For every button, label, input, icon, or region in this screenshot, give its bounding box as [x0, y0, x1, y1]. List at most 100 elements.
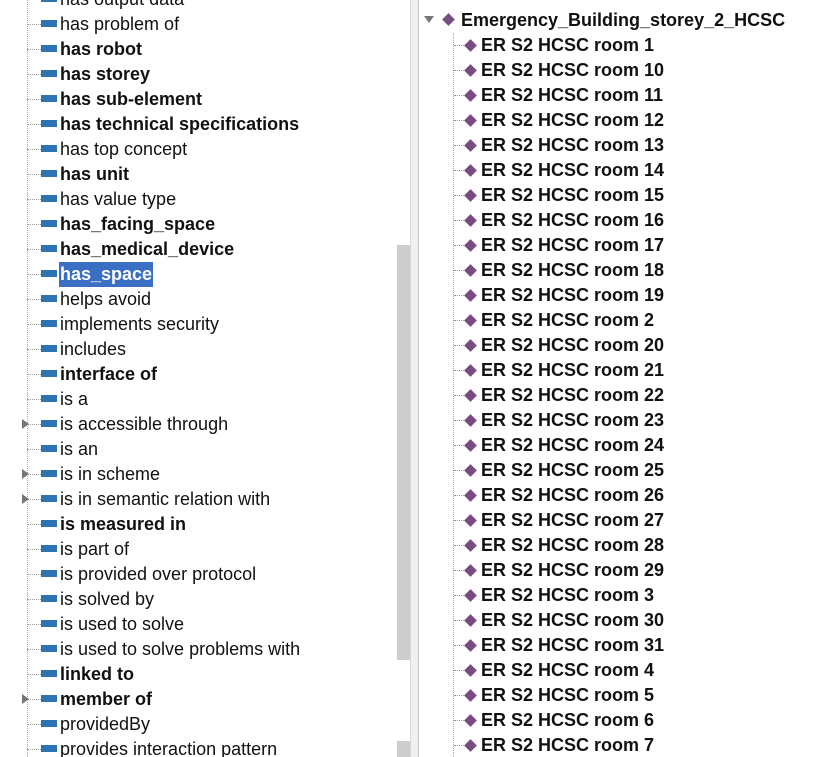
property-row[interactable]: is used to solve [0, 612, 410, 637]
property-row[interactable]: is in scheme [0, 462, 410, 487]
property-row[interactable]: interface of [0, 362, 410, 387]
individual-row[interactable]: ER S2 HCSC room 15 [419, 183, 816, 208]
property-row[interactable]: has value type [0, 187, 410, 212]
property-row[interactable]: implements security [0, 312, 410, 337]
property-row[interactable]: linked to [0, 662, 410, 687]
individual-row[interactable]: ER S2 HCSC room 18 [419, 258, 816, 283]
property-row[interactable]: is in semantic relation with [0, 487, 410, 512]
individual-row[interactable]: ER S2 HCSC room 3 [419, 583, 816, 608]
individual-row[interactable]: ER S2 HCSC room 23 [419, 408, 816, 433]
individual-label: ER S2 HCSC room 11 [481, 85, 664, 105]
property-row[interactable]: has sub-element [0, 87, 410, 112]
tree-guide [27, 474, 41, 475]
property-row[interactable]: has technical specifications [0, 112, 410, 137]
object-property-icon [41, 470, 57, 477]
property-label: is used to solve [60, 614, 185, 634]
individual-row[interactable]: ER S2 HCSC room 22 [419, 383, 816, 408]
property-row[interactable]: includes [0, 337, 410, 362]
tree-guide [27, 499, 41, 500]
property-row[interactable]: is solved by [0, 587, 410, 612]
individual-diamond-icon [464, 189, 477, 202]
tree-guide [454, 145, 464, 146]
split-pane-divider[interactable] [410, 0, 419, 757]
property-label: has_medical_device [60, 239, 235, 259]
individual-row[interactable]: ER S2 HCSC room 11 [419, 83, 816, 108]
individual-row[interactable]: ER S2 HCSC room 1 [419, 33, 816, 58]
property-row[interactable]: is used to solve problems with [0, 637, 410, 662]
property-row[interactable]: is an [0, 437, 410, 462]
property-row[interactable]: helps avoid [0, 287, 410, 312]
individual-row[interactable]: ER S2 HCSC room 7 [419, 733, 816, 757]
property-label: member of [60, 689, 153, 709]
property-row[interactable]: is part of [0, 537, 410, 562]
individual-row[interactable]: ER S2 HCSC room 13 [419, 133, 816, 158]
property-row[interactable]: is measured in [0, 512, 410, 537]
tree-guide [27, 124, 41, 125]
individual-row[interactable]: ER S2 HCSC room 17 [419, 233, 816, 258]
property-row[interactable]: has top concept [0, 137, 410, 162]
individual-diamond-icon [464, 139, 477, 152]
property-row[interactable]: is a [0, 387, 410, 412]
tree-guide [27, 24, 41, 25]
individual-row[interactable]: ER S2 HCSC room 14 [419, 158, 816, 183]
individual-row[interactable]: ER S2 HCSC room 19 [419, 283, 816, 308]
individual-row[interactable]: ER S2 HCSC room 16 [419, 208, 816, 233]
left-scrollbar-down[interactable] [397, 741, 410, 757]
individual-row[interactable]: ER S2 HCSC room 21 [419, 358, 816, 383]
property-label: linked to [60, 664, 135, 684]
property-row[interactable]: has storey [0, 62, 410, 87]
object-property-icon [41, 595, 57, 602]
individual-row[interactable]: ER S2 HCSC room 20 [419, 333, 816, 358]
expand-arrow-icon[interactable] [22, 494, 29, 504]
individual-row[interactable]: ER S2 HCSC room 27 [419, 508, 816, 533]
property-row[interactable]: member of [0, 687, 410, 712]
individual-diamond-icon [464, 164, 477, 177]
property-row[interactable]: is accessible through [0, 412, 410, 437]
expand-arrow-icon[interactable] [22, 694, 29, 704]
property-row[interactable]: has problem of [0, 12, 410, 37]
individual-row[interactable]: ER S2 HCSC room 6 [419, 708, 816, 733]
property-label: has output data [59, 0, 185, 12]
property-label: is part of [60, 539, 130, 559]
property-label: has top concept [60, 139, 188, 159]
individual-row[interactable]: ER S2 HCSC room 26 [419, 483, 816, 508]
individual-row[interactable]: ER S2 HCSC room 2 [419, 308, 816, 333]
tree-guide [454, 695, 464, 696]
object-property-icon [41, 720, 57, 727]
property-row[interactable]: has robot [0, 37, 410, 62]
property-row[interactable]: providedBy [0, 712, 410, 737]
tree-guide [454, 70, 464, 71]
individual-row[interactable]: ER S2 HCSC room 31 [419, 633, 816, 658]
individual-row[interactable]: ER S2 HCSC room 12 [419, 108, 816, 133]
individual-row[interactable]: ER S2 HCSC room 30 [419, 608, 816, 633]
object-property-icon [41, 445, 57, 452]
individual-label: ER S2 HCSC room 14 [481, 160, 665, 180]
left-scrollbar-thumb[interactable] [397, 245, 410, 660]
individual-row[interactable]: ER S2 HCSC room 4 [419, 658, 816, 683]
individual-diamond-icon [464, 389, 477, 402]
tree-root-node[interactable]: Emergency_Building_storey_2_HCSC [419, 8, 816, 33]
property-row[interactable]: is provided over protocol [0, 562, 410, 587]
collapse-arrow-icon[interactable] [424, 16, 434, 23]
expand-arrow-icon[interactable] [22, 469, 29, 479]
individual-row[interactable]: ER S2 HCSC room 24 [419, 433, 816, 458]
individual-row[interactable]: ER S2 HCSC room 28 [419, 533, 816, 558]
property-row[interactable]: has_facing_space [0, 212, 410, 237]
tree-guide [454, 320, 464, 321]
object-property-icon [41, 20, 57, 27]
individual-row[interactable]: ER S2 HCSC room 10 [419, 58, 816, 83]
individual-row[interactable]: ER S2 HCSC room 29 [419, 558, 816, 583]
individual-row[interactable]: ER S2 HCSC room 25 [419, 458, 816, 483]
tree-guide [454, 345, 464, 346]
property-row[interactable]: has_space [0, 262, 410, 287]
individual-label: ER S2 HCSC room 27 [481, 510, 665, 530]
property-row[interactable]: has_medical_device [0, 237, 410, 262]
individual-diamond-icon [464, 339, 477, 352]
expand-arrow-icon[interactable] [22, 419, 29, 429]
property-row[interactable]: has output data [0, 0, 410, 12]
tree-guide [454, 495, 464, 496]
property-row[interactable]: has unit [0, 162, 410, 187]
individual-diamond-icon [464, 589, 477, 602]
property-row[interactable]: provides interaction pattern [0, 737, 410, 757]
individual-row[interactable]: ER S2 HCSC room 5 [419, 683, 816, 708]
